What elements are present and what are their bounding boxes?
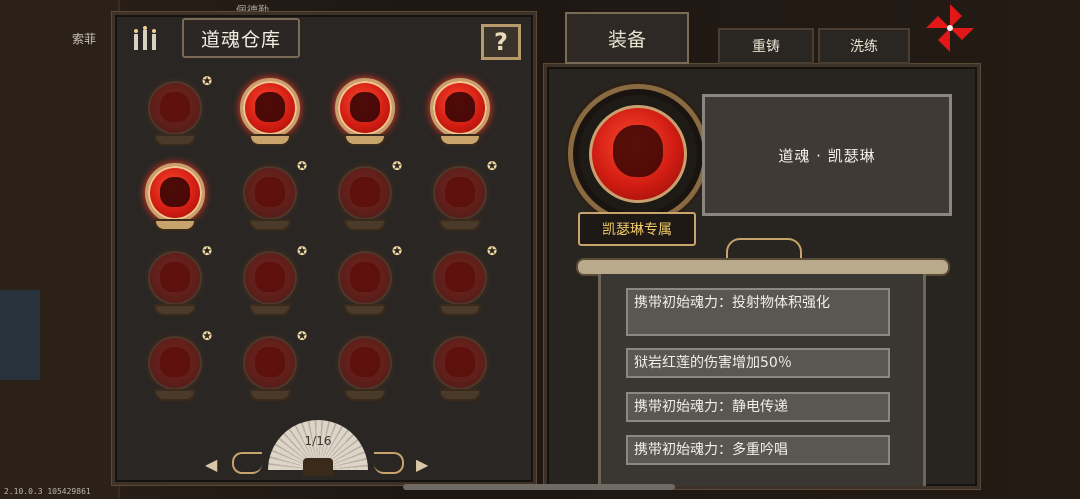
tab-reforge[interactable]: 重铸 (718, 28, 814, 64)
soul-name-card: 道魂 · 凯瑟琳 (702, 94, 952, 216)
star-icon: ✪ (486, 244, 497, 258)
tab-equip[interactable]: 装备 (565, 12, 689, 64)
soul-orb-slot[interactable] (237, 76, 303, 152)
soul-orb-slot[interactable] (332, 331, 398, 407)
orb-stand (439, 134, 481, 146)
orb-stand (439, 389, 481, 401)
help-button[interactable]: ? (481, 24, 521, 60)
orb-stand (154, 134, 196, 146)
soul-orb-slot[interactable]: ✪ (142, 329, 212, 407)
orb-stand (344, 219, 386, 231)
star-icon: ✪ (391, 159, 402, 173)
page-number: 1/16 (304, 434, 332, 448)
soul-name: 道魂 · 凯瑟琳 (778, 146, 876, 165)
effect-item: 狱岩红莲的伤害增加50％ (626, 348, 890, 378)
soul-portrait-icon (160, 92, 190, 122)
page-fan-indicator: 1/16 (263, 420, 373, 476)
soul-orb-slot[interactable]: ✪ (237, 329, 307, 407)
soul-orb-slot[interactable] (427, 331, 493, 407)
background-player-name: 索菲 (72, 32, 97, 46)
selected-soul-orb (568, 84, 708, 224)
home-indicator[interactable] (403, 484, 675, 490)
pager-ornament-left (232, 452, 262, 474)
soul-orb-slot[interactable]: ✪ (332, 244, 402, 322)
soul-orb-slot[interactable]: ✪ (427, 244, 497, 322)
soul-orb-slot[interactable] (332, 76, 398, 152)
orb-stand (439, 304, 481, 316)
soul-portrait-icon (445, 347, 475, 377)
orb-stand (154, 304, 196, 316)
soul-portrait-icon (255, 347, 285, 377)
orb-stand (249, 219, 291, 231)
soul-portrait-icon (445, 262, 475, 292)
soul-orb-slot[interactable]: ✪ (332, 159, 402, 237)
star-icon: ✪ (201, 74, 212, 88)
effect-item: 携带初始魂力：投射物体积强化 (626, 288, 890, 336)
orb-stand (344, 134, 386, 146)
soul-portrait-icon (613, 125, 663, 177)
soul-orb-slot[interactable]: ✪ (237, 159, 307, 237)
pager-ornament-right (374, 452, 404, 474)
soul-portrait-icon (255, 92, 285, 122)
orb-stand (344, 304, 386, 316)
soul-portrait-icon (160, 177, 190, 207)
soul-orb-slot[interactable]: ✪ (142, 74, 212, 152)
star-icon: ✪ (201, 329, 212, 343)
orb-stand (344, 389, 386, 401)
soul-orb-slot[interactable]: ✪ (142, 244, 212, 322)
version-label: 2.10.0.3 105429861 (4, 487, 91, 496)
background-panel (0, 290, 40, 380)
star-icon: ✪ (296, 244, 307, 258)
soul-portrait-icon (350, 177, 380, 207)
star-icon: ✪ (486, 159, 497, 173)
soul-portrait-icon (255, 177, 285, 207)
star-icon: ✪ (296, 329, 307, 343)
warehouse-title: 道魂仓库 (200, 28, 281, 51)
orb-stand (154, 219, 196, 231)
orb-stand (249, 389, 291, 401)
soul-portrait-icon (445, 92, 475, 122)
tab-refine[interactable]: 洗练 (818, 28, 910, 64)
candles-icon (134, 26, 156, 50)
soul-portrait-icon (350, 262, 380, 292)
soul-portrait-icon (350, 92, 380, 122)
pinwheel-icon[interactable] (924, 2, 976, 54)
orb-stand (249, 304, 291, 316)
soul-orb-slot[interactable] (142, 161, 208, 237)
soul-orb-slot[interactable]: ✪ (427, 159, 497, 237)
soul-portrait-icon (160, 262, 190, 292)
background-wall (0, 0, 120, 499)
star-icon: ✪ (391, 244, 402, 258)
soul-portrait-icon (255, 262, 285, 292)
prev-page-button[interactable]: ◀ (205, 455, 217, 474)
soul-portrait-icon (160, 347, 190, 377)
soul-orb-slot[interactable] (427, 76, 493, 152)
star-icon: ✪ (296, 159, 307, 173)
orb-stand (249, 134, 291, 146)
soul-portrait-icon (445, 177, 475, 207)
effect-item: 携带初始魂力：多重吟唱 (626, 435, 890, 465)
effect-item: 携带初始魂力：静电传递 (626, 392, 890, 422)
soul-portrait-icon (350, 347, 380, 377)
orb-stand (154, 389, 196, 401)
exclusive-badge: 凯瑟琳专属 (578, 212, 696, 246)
warehouse-title-box: 道魂仓库 (182, 18, 300, 58)
next-page-button[interactable]: ▶ (416, 455, 428, 474)
fan-handle (303, 458, 333, 476)
orb-stand (439, 219, 481, 231)
star-icon: ✪ (201, 244, 212, 258)
soul-orb-slot[interactable]: ✪ (237, 244, 307, 322)
